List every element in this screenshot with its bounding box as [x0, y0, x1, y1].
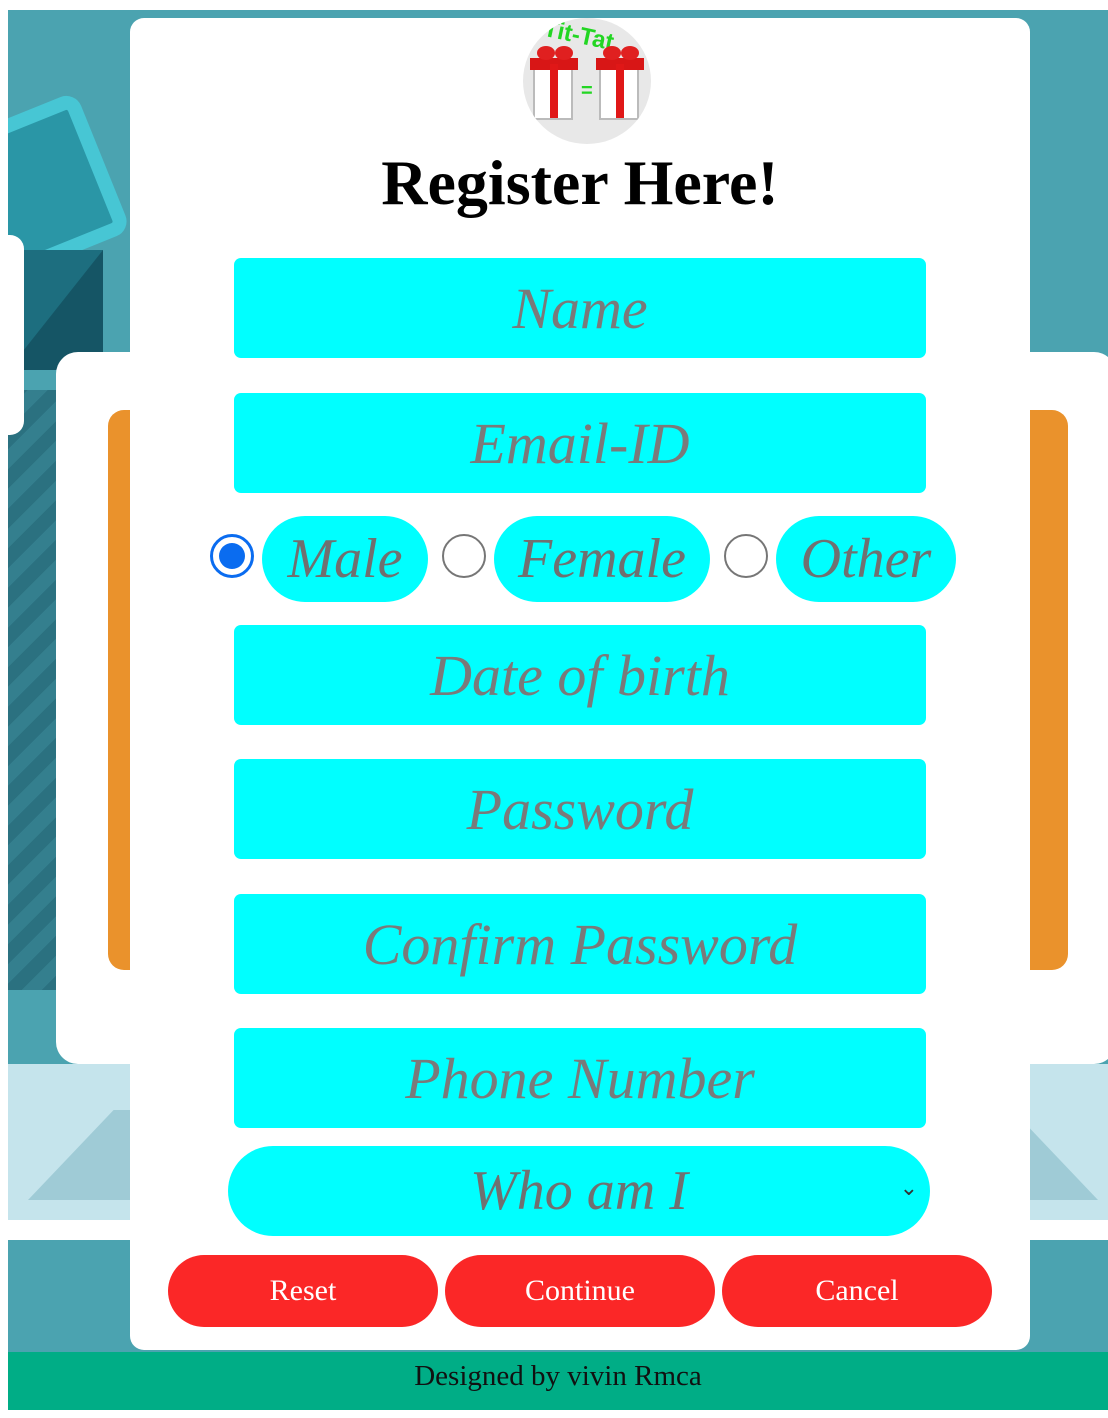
- page-title: Register Here!: [381, 147, 779, 218]
- equals-icon: =: [581, 80, 593, 102]
- gender-label-male[interactable]: Male: [262, 516, 428, 602]
- radio-female[interactable]: [442, 534, 486, 578]
- gender-radio-group: Male Female Other: [210, 516, 970, 604]
- confirm-password-field-box: [234, 894, 926, 994]
- dob-field[interactable]: [234, 625, 926, 725]
- gender-label-female[interactable]: Female: [494, 516, 710, 602]
- footer-credit: Designed by vivin Rmca: [414, 1360, 702, 1392]
- gift-boxes-logo: Tit-Tat =: [523, 18, 651, 144]
- gender-label-other[interactable]: Other: [776, 516, 956, 602]
- email-field[interactable]: [234, 393, 926, 493]
- reset-button[interactable]: Reset: [168, 1255, 438, 1327]
- dob-field-box: [234, 625, 926, 725]
- password-field-box: [234, 759, 926, 859]
- name-field-box: [234, 258, 926, 358]
- footer: Designed by vivin Rmca: [8, 1352, 1108, 1410]
- radio-male[interactable]: [210, 534, 254, 578]
- chevron-down-icon: ⌄: [899, 1176, 918, 1201]
- continue-button[interactable]: Continue: [445, 1255, 715, 1327]
- gift-icon: [530, 46, 578, 120]
- confirm-password-field[interactable]: [234, 894, 926, 994]
- role-select-value: Who am I: [470, 1160, 688, 1222]
- name-field[interactable]: [234, 258, 926, 358]
- phone-field[interactable]: [234, 1028, 926, 1128]
- phone-field-box: [234, 1028, 926, 1128]
- radio-other[interactable]: [724, 534, 768, 578]
- register-card: Tit-Tat = Register Here! Male Female Oth…: [130, 18, 1030, 1350]
- email-field-box: [234, 393, 926, 493]
- gift-icon: [596, 46, 644, 120]
- role-select[interactable]: Who am I ⌄: [228, 1146, 930, 1236]
- cancel-button[interactable]: Cancel: [722, 1255, 992, 1327]
- side-card-shape: [8, 235, 24, 435]
- password-field[interactable]: [234, 759, 926, 859]
